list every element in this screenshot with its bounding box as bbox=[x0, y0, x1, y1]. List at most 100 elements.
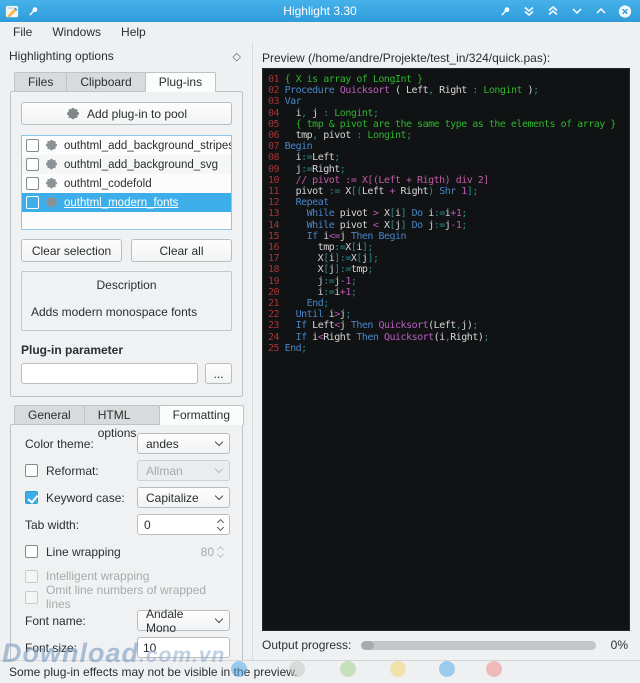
code-line: 22 Until i>j; bbox=[268, 309, 629, 320]
chevron-down-icon[interactable] bbox=[570, 4, 584, 18]
highlighting-options-dock: Highlighting options ◇ Files Clipboard P… bbox=[0, 42, 253, 660]
plugin-label: outhtml_add_background_svg bbox=[64, 159, 218, 171]
chevron-down-icon bbox=[215, 465, 223, 473]
code-line: 06 tmp, pivot : Longint; bbox=[268, 130, 629, 141]
statusbar: Some plug-in effects may not be visible … bbox=[0, 660, 640, 683]
code-line: 11 pivot := X[(Left + Right) Shr 1]; bbox=[268, 186, 629, 197]
formatting-panel: Color theme: andes Reformat: Allman bbox=[10, 424, 243, 675]
menu-file[interactable]: File bbox=[3, 23, 42, 41]
plugin-checkbox[interactable] bbox=[26, 158, 39, 171]
code-line: 24 If i<Right Then Quicksort(i,Right); bbox=[268, 332, 629, 343]
code-area[interactable]: 01 { X is array of LongInt }02 Procedure… bbox=[262, 68, 630, 631]
chevron-down-icon bbox=[215, 438, 223, 446]
menu-help[interactable]: Help bbox=[111, 23, 156, 41]
line-wrapping-checkbox[interactable] bbox=[25, 545, 38, 558]
puzzle-icon bbox=[45, 158, 58, 171]
plugin-label: outhtml_codefold bbox=[64, 178, 152, 190]
code-line: 16 tmp:=X[i]; bbox=[268, 242, 629, 253]
puzzle-icon bbox=[45, 139, 58, 152]
pin-icon[interactable] bbox=[26, 4, 40, 18]
reformat-style-select: Allman bbox=[137, 460, 230, 481]
spin-down-icon[interactable] bbox=[217, 523, 224, 530]
tab-formatting[interactable]: Formatting bbox=[159, 405, 244, 425]
plugin-list-item[interactable]: outhtml_add_background_stripes bbox=[22, 136, 231, 155]
keyword-case-value: Capitalize bbox=[146, 491, 212, 505]
code-line: 12 Repeat bbox=[268, 197, 629, 208]
menubar: File Windows Help bbox=[0, 22, 640, 42]
plugin-parameter-input[interactable] bbox=[21, 363, 198, 384]
plugin-checkbox[interactable] bbox=[26, 139, 39, 152]
tab-general[interactable]: General bbox=[14, 405, 85, 424]
intelligent-wrapping-checkbox bbox=[25, 570, 38, 583]
progress-fill bbox=[361, 641, 374, 650]
font-name-select[interactable]: Andale Mono bbox=[137, 610, 230, 631]
plugin-parameter-label: Plug-in parameter bbox=[21, 343, 232, 357]
tab-clipboard[interactable]: Clipboard bbox=[66, 72, 145, 91]
plugin-list-item[interactable]: outhtml_modern_fonts bbox=[22, 193, 231, 212]
app-window: Highlight 3.30 File Windows He bbox=[0, 0, 640, 683]
code-line: 03 Var bbox=[268, 96, 629, 107]
output-progress-label: Output progress: bbox=[262, 638, 351, 652]
keyword-case-label: Keyword case: bbox=[46, 491, 125, 505]
plugin-checkbox[interactable] bbox=[26, 177, 39, 190]
clear-all-button[interactable]: Clear all bbox=[131, 239, 232, 262]
plugin-checkbox[interactable] bbox=[26, 196, 39, 209]
font-size-input[interactable] bbox=[137, 637, 230, 658]
color-theme-value: andes bbox=[146, 437, 212, 451]
plugin-label: outhtml_modern_fonts bbox=[64, 197, 178, 209]
keyword-case-select[interactable]: Capitalize bbox=[137, 487, 230, 508]
add-plugin-button[interactable]: Add plug-in to pool bbox=[21, 102, 232, 125]
clear-selection-button[interactable]: Clear selection bbox=[21, 239, 122, 262]
font-size-label: Font size: bbox=[25, 641, 137, 655]
progress-value: 0% bbox=[606, 638, 628, 652]
plugin-tabwidget: Files Clipboard Plug-ins Add plug-in to … bbox=[10, 72, 243, 397]
tab-files[interactable]: Files bbox=[14, 72, 67, 91]
close-button[interactable] bbox=[618, 4, 632, 18]
tab-width-label: Tab width: bbox=[25, 518, 137, 532]
puzzle-icon bbox=[45, 196, 58, 209]
tab-width-spinner[interactable]: 0 bbox=[137, 514, 230, 535]
tab-plugins[interactable]: Plug-ins bbox=[145, 72, 216, 92]
progress-bar bbox=[361, 641, 596, 650]
color-theme-select[interactable]: andes bbox=[137, 433, 230, 454]
code-line: 17 X[i]:=X[j]; bbox=[268, 253, 629, 264]
dock-header: Highlighting options ◇ bbox=[0, 42, 252, 66]
keyword-case-checkbox[interactable] bbox=[25, 491, 38, 504]
browse-button[interactable]: ... bbox=[205, 363, 232, 384]
line-wrapping-value: 80 bbox=[144, 545, 218, 559]
chevron-up-icon[interactable] bbox=[594, 4, 608, 18]
options-tabbar: General HTML options Formatting bbox=[10, 405, 243, 424]
plugin-list-item[interactable]: outhtml_codefold bbox=[22, 174, 231, 193]
intelligent-wrapping-label: Intelligent wrapping bbox=[46, 569, 149, 583]
reformat-label: Reformat: bbox=[46, 464, 99, 478]
code-line: 14 While pivot < X[j] Do j:=j-1; bbox=[268, 220, 629, 231]
code-line: 13 While pivot > X[i] Do i:=i+1; bbox=[268, 208, 629, 219]
code-line: 15 If i<=j Then Begin bbox=[268, 231, 629, 242]
titlebar: Highlight 3.30 bbox=[0, 0, 640, 22]
menu-windows[interactable]: Windows bbox=[42, 23, 111, 41]
tab-width-value: 0 bbox=[144, 518, 218, 532]
reformat-checkbox[interactable] bbox=[25, 464, 38, 477]
double-chevron-down-icon[interactable] bbox=[522, 4, 536, 18]
output-progress-row: Output progress: 0% bbox=[262, 638, 628, 652]
puzzle-icon bbox=[66, 107, 80, 121]
double-chevron-up-icon[interactable] bbox=[546, 4, 560, 18]
add-plugin-label: Add plug-in to pool bbox=[87, 107, 187, 121]
reformat-style-value: Allman bbox=[146, 464, 212, 478]
plugin-list[interactable]: outhtml_add_background_stripes outhtml_ad… bbox=[21, 135, 232, 230]
dock-float-icon[interactable]: ◇ bbox=[233, 50, 241, 63]
code-line: 04 i, j : Longint; bbox=[268, 108, 629, 119]
preview-label: Preview (/home/andre/Projekte/test_in/32… bbox=[262, 51, 550, 65]
description-title: Description bbox=[22, 278, 231, 292]
code-line: 23 If Left<j Then Quicksort(Left,j); bbox=[268, 320, 629, 331]
plugin-label: outhtml_add_background_stripes bbox=[64, 140, 232, 152]
font-name-value: Andale Mono bbox=[146, 607, 212, 635]
dock-title: Highlighting options bbox=[9, 49, 233, 63]
code-line: 21 End; bbox=[268, 298, 629, 309]
keep-above-pin-icon[interactable] bbox=[498, 4, 512, 18]
code-line: 07 Begin bbox=[268, 141, 629, 152]
font-name-label: Font name: bbox=[25, 614, 137, 628]
tab-html-options[interactable]: HTML options bbox=[84, 405, 160, 424]
plugin-list-item[interactable]: outhtml_add_background_svg bbox=[22, 155, 231, 174]
code-line: 20 i:=i+1; bbox=[268, 287, 629, 298]
